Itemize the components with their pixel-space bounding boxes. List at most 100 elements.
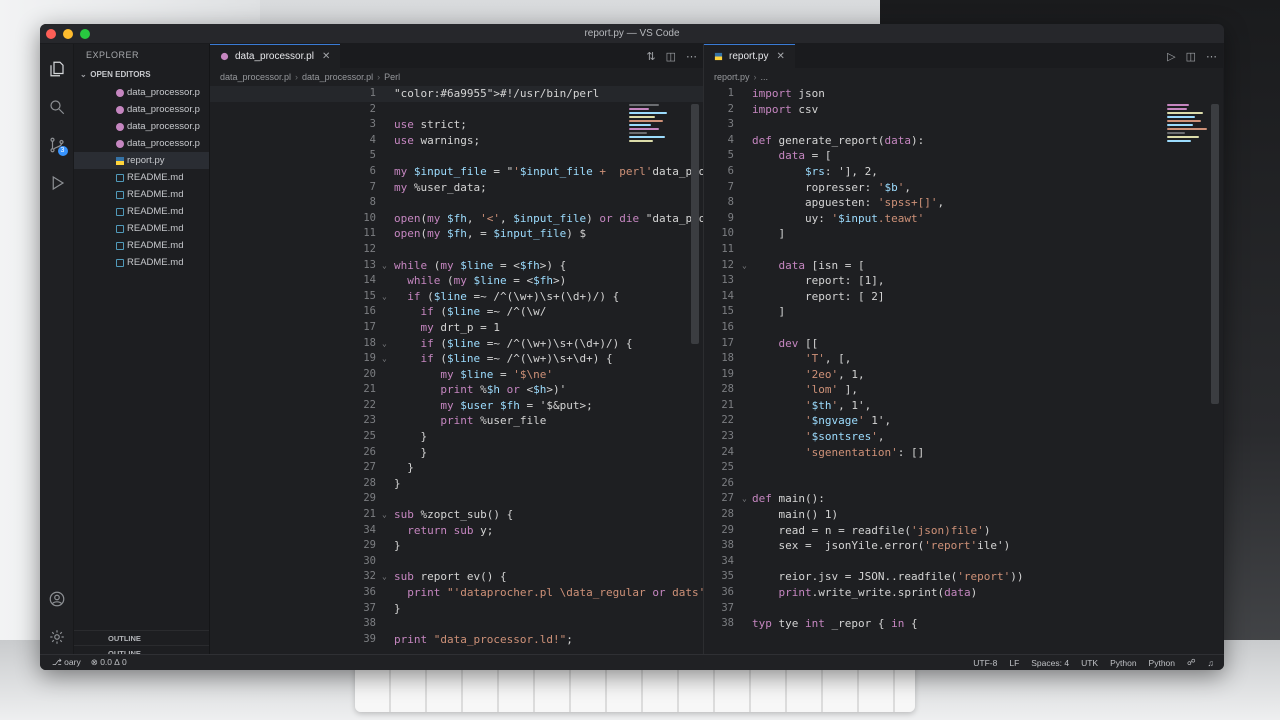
list-item[interactable]: README.md [74,169,209,186]
fold-chevron-icon[interactable]: ⌄ [382,336,387,352]
bell-icon[interactable]: ♫ [1208,658,1214,668]
code-line[interactable]: 32 ⌄ sub report ev() { [210,569,703,585]
run-icon[interactable]: ▷ [1167,50,1175,63]
code-line[interactable]: 22 '$ngvage' 1', [704,413,1223,429]
minimap-right[interactable] [1167,104,1213,194]
code-line[interactable]: 2 import csv [704,102,1223,118]
fold-chevron-icon[interactable]: ⌄ [742,491,747,507]
code-line[interactable]: 11 [704,242,1223,258]
code-line[interactable]: 15 ] [704,304,1223,320]
compare-icon[interactable]: ⇅ [646,50,655,63]
code-line[interactable]: 28} [210,476,703,492]
code-line[interactable]: 21 ⌄ sub %zopct_sub() { [210,507,703,523]
language-mode[interactable]: Python [1110,658,1136,668]
code-line[interactable]: 8 [210,195,703,211]
list-item[interactable]: README.md [74,203,209,220]
code-line[interactable]: 29} [210,538,703,554]
code-line[interactable]: 19 '2eo', 1, [704,367,1223,383]
code-line[interactable]: 10 open(my $fh, '<', $input_file) or die … [210,211,703,227]
code-line[interactable]: 23 print %user_file [210,413,703,429]
code-line[interactable]: 16 [704,320,1223,336]
code-line[interactable]: 22 my $user $fh = '$&put>; [210,398,703,414]
source-control-activity[interactable]: 3 [40,126,74,164]
code-line[interactable]: 8 apguesten: 'spss+[]', [704,195,1223,211]
fold-chevron-icon[interactable]: ⌄ [382,289,387,305]
branch-indicator[interactable]: ⎇ oary [52,657,81,668]
code-line[interactable]: 27 } [210,460,703,476]
code-line[interactable]: 20 my $line = '$\ne' [210,367,703,383]
split-editor-icon[interactable]: ◫ [1186,50,1196,63]
tab-report-py[interactable]: report.py ✕ [704,44,795,68]
code-line[interactable]: 11 open(my $fh, = $input_file) $ [210,226,703,242]
language-mode[interactable]: Python [1149,658,1175,668]
search-activity[interactable] [40,88,74,126]
code-line[interactable]: 17 my drt_p = 1 [210,320,703,336]
code-line[interactable]: 38 [210,616,703,632]
code-line[interactable]: 29 [210,491,703,507]
code-line[interactable]: 10 ] [704,226,1223,242]
code-line[interactable]: 21 '$th', 1', [704,398,1223,414]
scrollbar-left[interactable] [691,104,699,344]
list-item[interactable]: README.md [74,254,209,271]
code-line[interactable]: 18 ⌄ if ($line =~ /^(\w+)\s+(\d+)/) { [210,336,703,352]
code-line[interactable]: 15 ⌄ if ($line =~ /^(\w+)\s+(\d+)/) { [210,289,703,305]
code-line[interactable]: 37 [704,601,1223,617]
code-line[interactable]: 12 [210,242,703,258]
breadcrumb-item[interactable]: data_processor.pl [220,68,291,86]
more-actions-icon[interactable]: ⋯ [1206,50,1217,63]
charset-indicator[interactable]: UTK [1081,658,1098,668]
code-line[interactable]: 17 dev [[ [704,336,1223,352]
encoding-indicator[interactable]: UTF-8 [973,658,997,668]
code-line[interactable]: 36 print.write_write.sprint(data) [704,585,1223,601]
code-line[interactable]: 38 typ tye int _repor { in { [704,616,1223,632]
manage-activity[interactable] [40,618,74,656]
run-debug-activity[interactable] [40,164,74,202]
list-item[interactable]: README.md [74,220,209,237]
code-line[interactable]: 18 'T', [, [704,351,1223,367]
list-item[interactable]: data_processor.p [74,84,209,101]
list-item[interactable]: report.py [74,152,209,169]
code-line[interactable]: 16 if ($line =~ /^(\w/ [210,304,703,320]
problems-indicator[interactable]: ⊗ 0.0 ∆ 0 [91,657,127,668]
code-line[interactable]: 30 [210,554,703,570]
breadcrumb-item[interactable]: data_processor.pl [302,68,373,86]
code-line[interactable]: 37} [210,601,703,617]
code-line[interactable]: 9 uy: '$input.teawt' [704,211,1223,227]
code-line[interactable]: 34 [704,554,1223,570]
code-line[interactable]: 1 "color:#6a9955">#!/usr/bin/perl [210,86,703,102]
tab-data-processor[interactable]: data_processor.pl ✕ [210,44,341,68]
code-line[interactable]: 26 [704,476,1223,492]
code-line[interactable]: 1 import json [704,86,1223,102]
code-line[interactable]: 7 ropresser: '$b', [704,180,1223,196]
code-line[interactable]: 13 report: [1], [704,273,1223,289]
split-editor-icon[interactable]: ◫ [666,50,676,63]
fold-chevron-icon[interactable]: ⌄ [382,351,387,367]
code-line[interactable]: 14 report: [ 2] [704,289,1223,305]
code-line[interactable]: 35 reior.jsv = JSON..readfile('report')) [704,569,1223,585]
code-line[interactable]: 14 while (my $line = <$fh>) [210,273,703,289]
fold-chevron-icon[interactable]: ⌄ [382,569,387,585]
code-line[interactable]: 25 [704,460,1223,476]
code-line[interactable]: 28 'lom' ], [704,382,1223,398]
code-line[interactable]: 5 data = [ [704,148,1223,164]
code-editor-right[interactable]: 1 import json 2 import csv 3 4 def generate_re… [704,86,1223,660]
list-item[interactable]: data_processor.p [74,135,209,152]
code-line[interactable]: 19 ⌄ if ($line =~ /^(\w+)\s+\d+) { [210,351,703,367]
code-line[interactable]: 27 ⌄ def main(): [704,491,1223,507]
code-line[interactable]: 38 sex = jsonYile.error('report'ile') [704,538,1223,554]
code-line[interactable]: 34 return sub y; [210,523,703,539]
code-line[interactable]: 13 ⌄ while (my $line = <$fh>) { [210,258,703,274]
open-editors-section[interactable]: ⌄ OPEN EDITORS [74,66,209,84]
code-line[interactable]: 3 [704,117,1223,133]
scrollbar-right[interactable] [1211,104,1219,404]
code-line[interactable]: 25 } [210,429,703,445]
list-item[interactable]: README.md [74,186,209,203]
breadcrumb-item[interactable]: ... [761,68,769,86]
code-line[interactable]: 12 ⌄ data [isn = [ [704,258,1223,274]
accounts-activity[interactable] [40,580,74,618]
minimap-left[interactable] [629,104,675,194]
outline-section[interactable]: OUTLINE [74,630,209,645]
list-item[interactable]: data_processor.p [74,101,209,118]
code-line[interactable]: 29 read = n = readfile('json)file') [704,523,1223,539]
code-line[interactable]: 6 $rs: '], 2, [704,164,1223,180]
